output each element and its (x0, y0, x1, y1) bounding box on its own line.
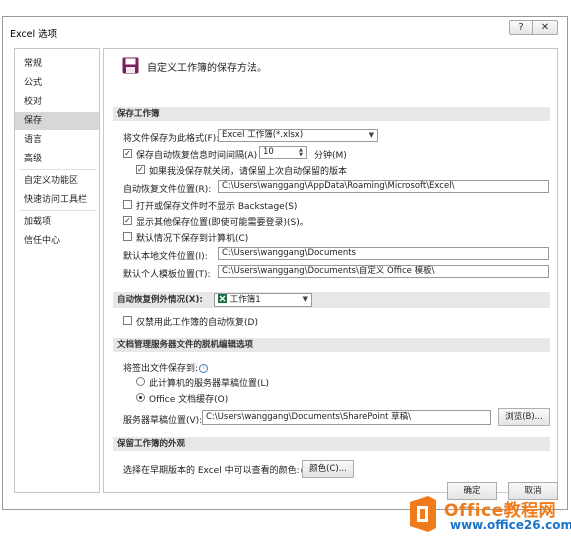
dialog-title: Excel 选项 (10, 29, 58, 40)
sidebar-item-advanced[interactable]: 高级 (15, 150, 99, 168)
show-additional-places-label: 显示其他保存位置(即使可能需要登录)(S)。 (136, 218, 309, 228)
excel-options-dialog: Excel 选项 ? ✕ 常规 公式 校对 保存 语言 高级 自定义功能区 快速… (2, 16, 568, 510)
section-save-workbooks: 保存工作簿 (113, 107, 550, 121)
checkout-location-text: 将签出文件保存到: (123, 364, 199, 374)
sidebar-item-language[interactable]: 语言 (15, 131, 99, 149)
autorecover-workbook-value: 工作簿1 (229, 295, 261, 305)
chevron-down-icon: ▼ (368, 131, 374, 139)
server-drafts-location-label: 服务器草稿位置(V): (123, 416, 203, 426)
sidebar-item-customize-ribbon[interactable]: 自定义功能区 (15, 172, 99, 190)
sidebar-item-general[interactable]: 常规 (15, 55, 99, 73)
drafts-location-radio[interactable] (136, 377, 145, 386)
autorecover-workbook-select[interactable]: 工作簿1 ▼ (214, 293, 312, 307)
no-backstage-checkbox[interactable] (123, 200, 132, 209)
info-icon: i (199, 364, 209, 373)
colors-label-text: 选择在早期版本的 Excel 中可以查看的颜色: (123, 466, 300, 476)
page-heading: 自定义工作簿的保存方法。 (147, 63, 267, 74)
section-offline-editing: 文档管理服务器文件的脱机编辑选项 (113, 338, 550, 352)
keep-last-autosaved-label: 如果我没保存就关闭，请保留上次自动保留的版本 (149, 167, 348, 177)
template-location-label: 默认个人模板位置(T): (123, 270, 211, 280)
autorecover-exceptions-label: 自动恢复例外情况(X): (117, 295, 203, 305)
chevron-down-icon: ▼ (302, 295, 308, 303)
checkout-location-label: 将签出文件保存到: i (123, 361, 209, 374)
section-autorecover-exceptions: 自动恢复例外情况(X): (113, 292, 550, 308)
close-icon: ✕ (540, 22, 550, 33)
title-bar: Excel 选项 ? ✕ (3, 17, 567, 45)
help-icon: ? (518, 22, 524, 33)
spinner-arrows-icon[interactable]: ▲ ▼ (299, 148, 303, 158)
show-additional-places-checkbox[interactable]: ✓ (123, 216, 132, 225)
sidebar-item-formulas[interactable]: 公式 (15, 74, 99, 92)
sidebar-item-trust-center[interactable]: 信任中心 (15, 232, 99, 250)
disable-autorecover-checkbox[interactable] (123, 316, 132, 325)
sidebar-item-add-ins[interactable]: 加载项 (15, 213, 99, 231)
keep-last-autosaved-checkbox[interactable]: ✓ (136, 165, 145, 174)
autorecover-location-label: 自动恢复文件位置(R): (123, 185, 212, 195)
local-file-location-input[interactable]: C:\Users\wanggang\Documents (218, 247, 549, 260)
sidebar-item-save[interactable]: 保存 (15, 112, 99, 130)
autorecover-checkbox[interactable]: ✓ (123, 149, 132, 158)
template-location-input[interactable]: C:\Users\wanggang\Documents\自定义 Office 模… (218, 265, 549, 278)
file-format-label: 将文件保存为此格式(F): (123, 134, 220, 144)
sidebar-divider (19, 169, 97, 170)
watermark-url: www.office26.com (450, 518, 571, 532)
section-preserve-appearance: 保留工作簿的外观 (113, 437, 550, 451)
file-format-select[interactable]: Excel 工作簿(*.xlsx) ▼ (218, 129, 378, 142)
options-content: 自定义工作簿的保存方法。 保存工作簿 将文件保存为此格式(F): Excel 工… (103, 48, 558, 493)
autorecover-minutes-value: 10 (263, 147, 274, 157)
save-icon (122, 57, 139, 74)
colors-label: 选择在早期版本的 Excel 中可以查看的颜色:i (123, 463, 310, 476)
autorecover-label: 保存自动恢复信息时间间隔(A) (136, 151, 258, 161)
no-backstage-label: 打开或保存文件时不显示 Backstage(S) (136, 202, 298, 212)
document-cache-radio[interactable] (136, 393, 145, 402)
options-sidebar: 常规 公式 校对 保存 语言 高级 自定义功能区 快速访问工具栏 加载项 信任中… (14, 48, 100, 493)
server-drafts-location-input[interactable]: C:\Users\wanggang\Documents\SharePoint 草… (202, 410, 491, 425)
local-file-location-label: 默认本地文件位置(I): (123, 252, 208, 262)
save-to-computer-label: 默认情况下保存到计算机(C) (136, 234, 249, 244)
document-cache-radio-label: Office 文档缓存(O) (149, 395, 229, 405)
excel-workbook-icon (218, 294, 227, 303)
sidebar-item-proofing[interactable]: 校对 (15, 93, 99, 111)
office-logo-icon (410, 496, 436, 532)
drafts-location-radio-label: 此计算机的服务器草稿位置(L) (149, 379, 270, 389)
autorecover-location-input[interactable]: C:\Users\wanggang\AppData\Roaming\Micros… (218, 180, 549, 193)
sidebar-divider (19, 210, 97, 211)
minutes-label: 分钟(M) (314, 151, 347, 161)
save-to-computer-checkbox[interactable] (123, 232, 132, 241)
disable-autorecover-label: 仅禁用此工作簿的自动恢复(D) (136, 318, 258, 328)
browse-button[interactable]: 浏览(B)... (498, 408, 550, 426)
colors-button[interactable]: 颜色(C)... (302, 460, 354, 478)
sidebar-item-quick-access-toolbar[interactable]: 快速访问工具栏 (15, 191, 99, 209)
close-button[interactable]: ✕ (532, 20, 558, 35)
help-button[interactable]: ? (509, 20, 533, 35)
file-format-value: Excel 工作簿(*.xlsx) (222, 130, 304, 140)
autorecover-minutes-spinner[interactable]: 10 ▲ ▼ (259, 146, 307, 159)
